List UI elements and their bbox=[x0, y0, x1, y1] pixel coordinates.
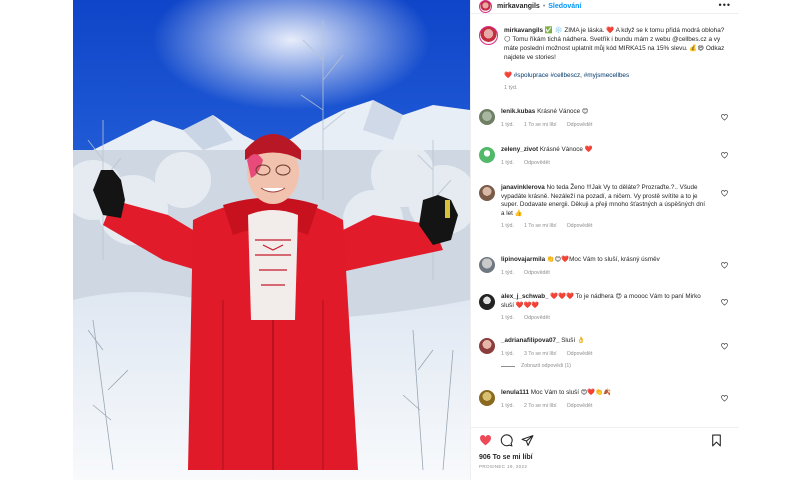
reply-button[interactable]: Odpovědět bbox=[567, 121, 593, 130]
share-icon[interactable] bbox=[521, 434, 534, 447]
comment-avatar[interactable] bbox=[479, 185, 495, 201]
comment-item: janavinklerova No teda Ženo !!!Jak Vy to… bbox=[479, 184, 734, 256]
comment-time: 1 týd. bbox=[501, 315, 514, 321]
view-replies-label: Zobrazit odpovědi (1) bbox=[521, 363, 572, 369]
comment-icon[interactable] bbox=[500, 434, 513, 447]
post-caption: mirkavangils ✅ ❄️ ZIMA je láska. ❤️ A kd… bbox=[471, 14, 739, 93]
comment-item: _adrianafilipova07_ Sluší 👌 1 týd. 3 To s… bbox=[479, 337, 734, 389]
header-username[interactable]: mirkavangils bbox=[497, 3, 540, 10]
follow-button[interactable]: Sledování bbox=[548, 3, 581, 10]
comment-text: 👏😊❤️Moc Vám to sluší, krásný úsměv bbox=[546, 256, 660, 263]
comment-avatar[interactable] bbox=[479, 390, 495, 406]
comment-item: lenik.kubas Krásné Vánoce 😊 1 týd. 1 To s… bbox=[479, 108, 734, 146]
heart-outline-icon[interactable] bbox=[721, 395, 728, 402]
comment-username[interactable]: lenik.kubas bbox=[501, 108, 535, 115]
comment-item: zeleny_zivot Krásné Vánoce ❤️ 1 týd. Odpo… bbox=[479, 146, 734, 184]
comment-username[interactable]: janavinklerova bbox=[501, 184, 545, 191]
caption-time: 1 týd. bbox=[504, 85, 518, 91]
reply-button[interactable]: Odpovědět bbox=[524, 314, 550, 323]
post-date: PROSINEC 19, 2022 bbox=[479, 464, 528, 469]
reply-button[interactable]: Odpovědět bbox=[567, 222, 593, 231]
caption-hashtags[interactable]: ❤️ #spoluprace #cellbescz, #myjsmecellbe… bbox=[504, 71, 726, 80]
caption-avatar[interactable] bbox=[479, 26, 498, 45]
comment-avatar[interactable] bbox=[479, 147, 495, 163]
comment-likes[interactable]: 3 To se mi líbí bbox=[524, 350, 557, 359]
comment-username[interactable]: alex_j_schwab_ bbox=[501, 293, 549, 300]
comment-time: 1 týd. bbox=[501, 269, 514, 276]
comment-likes[interactable]: 2 To se mi líbí bbox=[524, 402, 557, 411]
like-count[interactable]: 906 To se mi líbí bbox=[471, 447, 739, 461]
comment-time: 1 týd. bbox=[501, 159, 514, 166]
avatar[interactable] bbox=[479, 0, 492, 13]
caption-username[interactable]: mirkavangils bbox=[504, 27, 543, 34]
winter-photo-illustration bbox=[73, 0, 470, 480]
comment-text: Sluší 👌 bbox=[561, 337, 585, 344]
post-footer: 906 To se mi líbí PROSINEC 19, 2022 bbox=[471, 427, 739, 481]
comment-text: Krásné Vánoce ❤️ bbox=[539, 146, 593, 153]
reply-button[interactable]: Odpovědět bbox=[567, 350, 593, 359]
comment-avatar[interactable] bbox=[479, 109, 495, 125]
heart-outline-icon[interactable] bbox=[721, 190, 728, 197]
instagram-post: mirkavangils • Sledování ••• mirkavangil… bbox=[73, 0, 739, 481]
heart-outline-icon[interactable] bbox=[721, 299, 728, 306]
heart-filled-icon[interactable] bbox=[479, 434, 492, 447]
reply-button[interactable]: Odpovědět bbox=[524, 159, 550, 168]
comment-time: 1 týd. bbox=[501, 223, 514, 229]
post-side-panel: mirkavangils • Sledování ••• mirkavangil… bbox=[470, 0, 739, 481]
bookmark-icon[interactable] bbox=[710, 434, 723, 447]
post-photo[interactable] bbox=[73, 0, 470, 480]
comment-username[interactable]: lenula111 bbox=[501, 389, 529, 396]
comment-time: 1 týd. bbox=[501, 402, 514, 409]
separator-dot: • bbox=[542, 3, 546, 10]
action-bar bbox=[471, 428, 739, 447]
comment-item: lenula111 Moc Vám to sluší 😍❤️👏🍂 1 týd. 2… bbox=[479, 389, 734, 427]
comment-item: alex_j_schwab_ ❤️❤️❤️ To je nádhera 😍 a … bbox=[479, 293, 734, 337]
comment-username[interactable]: _adrianafilipova07_ bbox=[501, 337, 559, 344]
comment-username[interactable]: lipinovajarmila bbox=[501, 256, 545, 263]
heart-outline-icon[interactable] bbox=[721, 262, 728, 269]
reply-button[interactable]: Odpovědět bbox=[524, 269, 550, 278]
comment-time: 1 týd. bbox=[501, 350, 514, 357]
comment-likes[interactable]: 1 To se mi líbí bbox=[524, 222, 557, 231]
comment-avatar[interactable] bbox=[479, 257, 495, 273]
comment-avatar[interactable] bbox=[479, 294, 495, 310]
caption-text: mirkavangils ✅ ❄️ ZIMA je láska. ❤️ A kd… bbox=[504, 26, 726, 93]
heart-outline-icon[interactable] bbox=[721, 152, 728, 159]
comment-avatar[interactable] bbox=[479, 338, 495, 354]
post-header: mirkavangils • Sledování ••• bbox=[471, 0, 739, 14]
heart-outline-icon[interactable] bbox=[721, 114, 728, 121]
comment-text: Krásné Vánoce 😊 bbox=[537, 108, 589, 115]
comment-time: 1 týd. bbox=[501, 121, 514, 128]
view-replies-button[interactable]: Zobrazit odpovědi (1) bbox=[501, 362, 706, 371]
heart-outline-icon[interactable] bbox=[721, 343, 728, 350]
comment-username[interactable]: zeleny_zivot bbox=[501, 146, 538, 153]
comment-list: lenik.kubas Krásné Vánoce 😊 1 týd. 1 To s… bbox=[479, 108, 734, 427]
comment-item: lipinovajarmila 👏😊❤️Moc Vám to sluší, kr… bbox=[479, 256, 734, 293]
comment-text: Moc Vám to sluší 😍❤️👏🍂 bbox=[530, 389, 611, 396]
more-icon[interactable]: ••• bbox=[719, 1, 731, 10]
comment-likes[interactable]: 1 To se mi líbí bbox=[524, 121, 557, 130]
reply-button[interactable]: Odpovědět bbox=[567, 402, 593, 411]
